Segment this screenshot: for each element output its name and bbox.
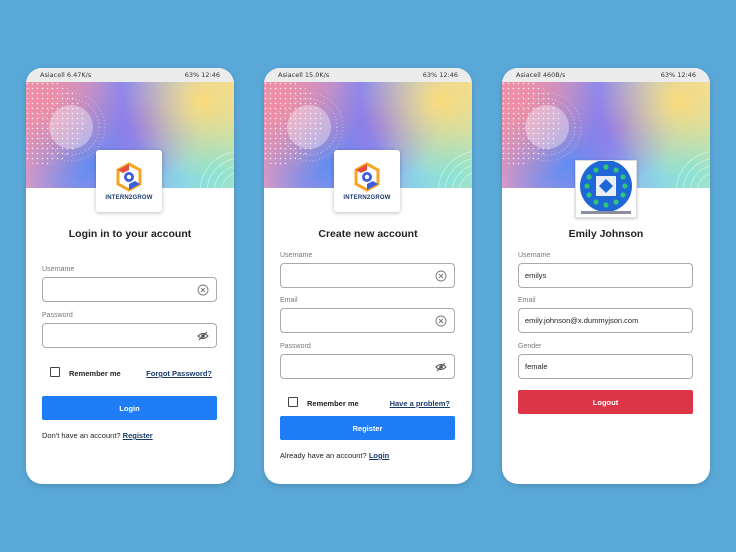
password-field[interactable] [42, 323, 217, 348]
login-screen: Asiacell 6.47K/s 63% 12:46 INTERN2GROW L… [26, 68, 234, 484]
login-prompt-text: Already have an account? [280, 451, 367, 460]
brand-logo: INTERN2GROW [96, 150, 162, 212]
gender-field[interactable]: female [518, 354, 693, 379]
forgot-password-link[interactable]: Forgot Password? [146, 369, 212, 378]
remember-me-checkbox[interactable] [288, 397, 298, 407]
eye-off-icon[interactable] [197, 330, 209, 342]
remember-me-label: Remember me [307, 399, 359, 408]
remember-me-label: Remember me [69, 369, 121, 378]
username-label: Username [42, 266, 75, 273]
avatar-emblem-icon [580, 161, 632, 214]
intern2grow-logo-icon [354, 161, 380, 192]
register-prompt: Don't have an account? Register [42, 431, 153, 440]
brand-logo: INTERN2GROW [334, 150, 400, 212]
username-value: emilys [525, 271, 547, 280]
username-field[interactable] [280, 263, 455, 288]
clear-circle-icon[interactable] [435, 315, 447, 327]
intern2grow-logo-icon [116, 161, 142, 192]
net-speed: 6.47K/s [66, 71, 92, 79]
logout-button[interactable]: Logout [518, 390, 693, 414]
status-bar: Asiacell 15.0K/s 63% 12:46 [264, 68, 472, 82]
username-label: Username [280, 252, 313, 259]
gender-value: female [525, 362, 548, 371]
login-prompt: Already have an account? Login [280, 451, 389, 460]
status-right: 63% 12:46 [184, 71, 220, 79]
email-field[interactable] [280, 308, 455, 333]
register-button[interactable]: Register [280, 416, 455, 440]
status-right: 63% 12:46 [660, 71, 696, 79]
logo-text: INTERN2GROW [343, 194, 391, 201]
email-label: Email [518, 297, 536, 304]
username-field[interactable]: emilys [518, 263, 693, 288]
email-label: Email [280, 297, 298, 304]
remember-me-checkbox[interactable] [50, 367, 60, 377]
gender-label: Gender [518, 343, 542, 350]
password-label: Password [42, 312, 73, 319]
avatar [575, 160, 637, 218]
status-bar: Asiacell 6.47K/s 63% 12:46 [26, 68, 234, 82]
carrier-text: Asiacell [516, 71, 541, 79]
clear-circle-icon[interactable] [435, 270, 447, 282]
eye-off-icon[interactable] [435, 361, 447, 373]
password-label: Password [280, 343, 311, 350]
register-prompt-text: Don't have an account? [42, 431, 121, 440]
status-right: 63% 12:46 [422, 71, 458, 79]
login-link[interactable]: Login [369, 451, 389, 460]
status-bar: Asiacell 460B/s 63% 12:46 [502, 68, 710, 82]
net-speed: 460B/s [542, 71, 566, 79]
login-button[interactable]: Login [42, 396, 217, 420]
clear-circle-icon[interactable] [197, 284, 209, 296]
register-link[interactable]: Register [123, 431, 153, 440]
email-field[interactable]: emily.johnson@x.dummyjson.com [518, 308, 693, 333]
profile-name: Emily Johnson [568, 228, 644, 240]
net-speed: 15.0K/s [304, 71, 330, 79]
email-value: emily.johnson@x.dummyjson.com [525, 316, 639, 325]
profile-screen: Asiacell 460B/s 63% 12:46 Emily Johnson … [502, 68, 710, 484]
username-field[interactable] [42, 277, 217, 302]
have-a-problem-link[interactable]: Have a problem? [390, 399, 450, 408]
page-title: Create new account [318, 228, 418, 240]
page-title: Login in to your account [68, 228, 192, 240]
carrier-text: Asiacell [278, 71, 303, 79]
username-label: Username [518, 252, 551, 259]
password-field[interactable] [280, 354, 455, 379]
logo-text: INTERN2GROW [105, 194, 153, 201]
carrier-text: Asiacell [40, 71, 65, 79]
register-screen: Asiacell 15.0K/s 63% 12:46 INTERN2GROW C… [264, 68, 472, 484]
